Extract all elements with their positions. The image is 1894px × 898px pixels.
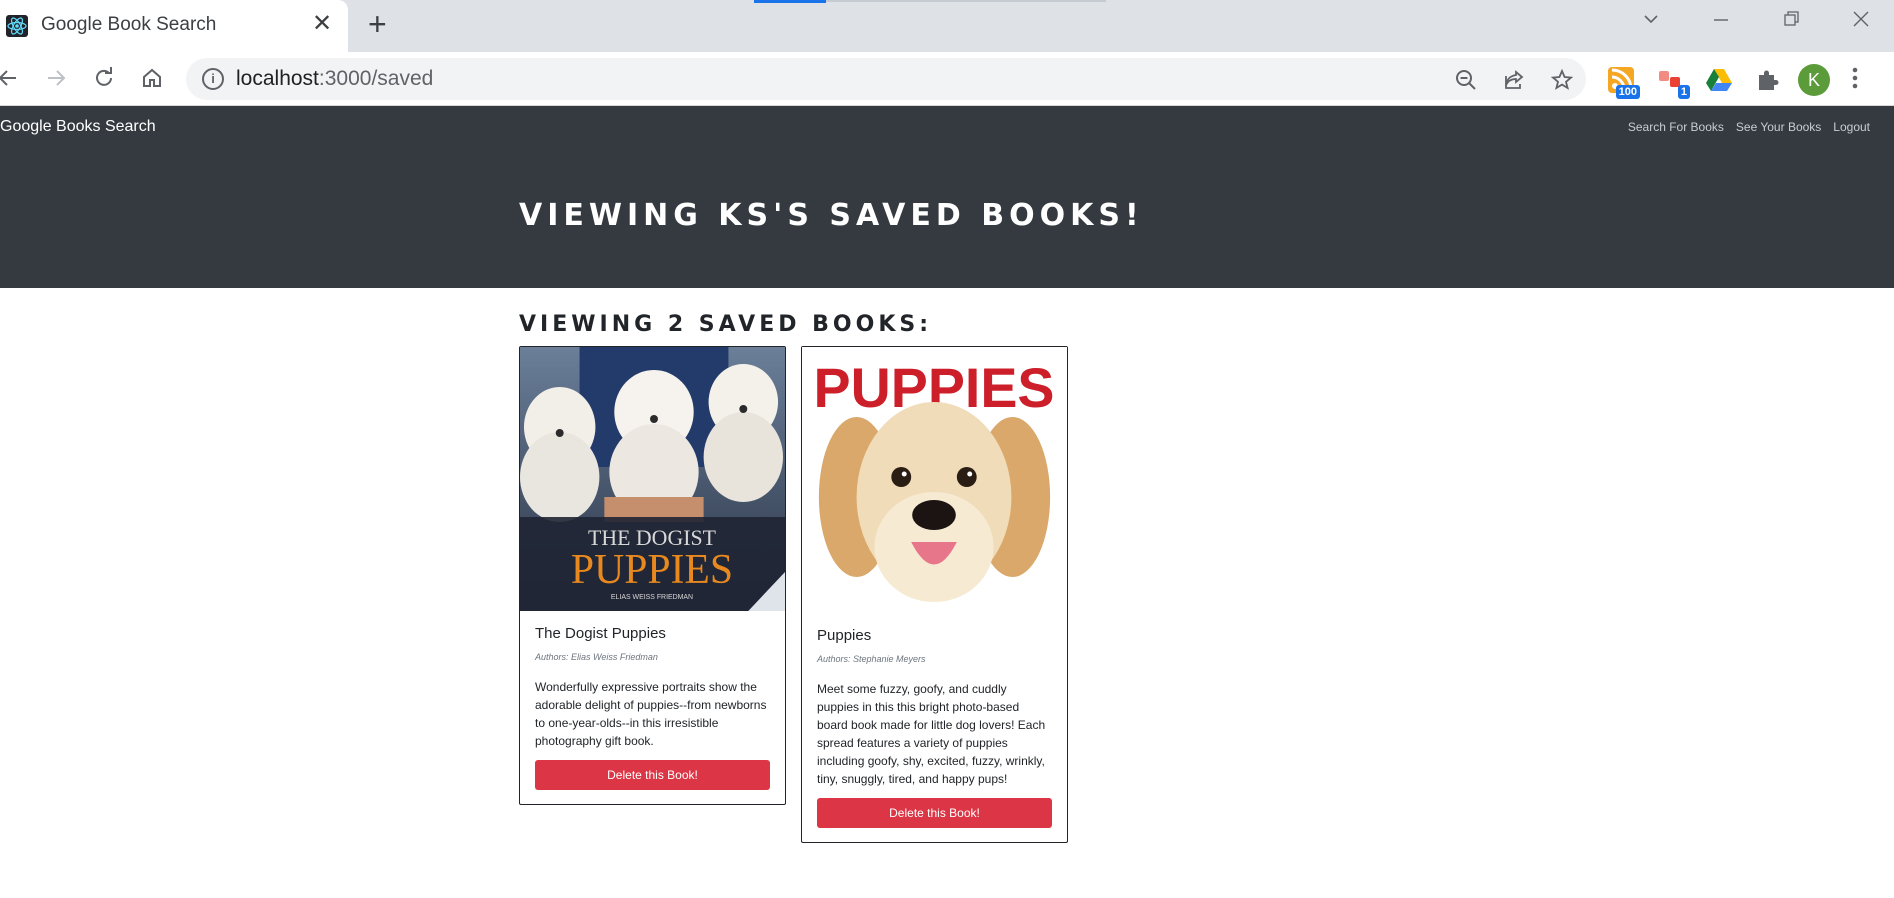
delete-book-button[interactable]: Delete this Book! — [817, 798, 1052, 828]
reload-icon[interactable] — [88, 62, 120, 94]
book-card: PUPPIES Puppies Authors: Stephanie Meyer… — [801, 346, 1068, 843]
extension-badge: 1 — [1677, 85, 1690, 99]
share-icon[interactable] — [1500, 66, 1528, 94]
tab-title: Google Book Search — [41, 14, 217, 35]
book-cover-image: THE DOGIST PUPPIES ELIAS WEISS FRIEDMAN — [520, 347, 785, 611]
extensions-puzzle-icon[interactable] — [1752, 65, 1782, 95]
app-navbar: Google Books Search Search For Books See… — [0, 106, 1894, 288]
puzzle-red-extension-icon[interactable]: 1 — [1656, 65, 1690, 99]
site-info-icon[interactable]: i — [202, 68, 224, 90]
close-window-icon[interactable] — [1852, 10, 1870, 32]
bookmark-star-icon[interactable] — [1548, 66, 1576, 94]
back-arrow-icon[interactable] — [0, 62, 24, 94]
saved-count-heading: VIEWING 2 SAVED BOOKS: — [519, 312, 933, 337]
delete-book-button[interactable]: Delete this Book! — [535, 760, 770, 790]
cover-main-text: PUPPIES — [571, 547, 733, 593]
book-card: THE DOGIST PUPPIES ELIAS WEISS FRIEDMAN … — [519, 346, 786, 805]
browser-tab[interactable]: Google Book Search ✕ — [0, 0, 348, 52]
page-title: VIEWING KS'S SAVED BOOKS! — [519, 198, 1144, 233]
tab-strip-divider — [826, 0, 1106, 2]
extension-badge: 100 — [1615, 85, 1640, 99]
react-icon — [6, 15, 28, 37]
new-tab-button[interactable]: + — [368, 8, 387, 40]
forward-arrow-icon[interactable] — [40, 62, 72, 94]
browser-toolbar: i localhost:3000/saved 100 1 K — [0, 52, 1894, 106]
restore-icon[interactable] — [1782, 10, 1800, 32]
profile-avatar[interactable]: K — [1798, 64, 1830, 96]
address-bar[interactable]: i localhost:3000/saved — [186, 58, 1586, 100]
home-icon[interactable] — [136, 62, 168, 94]
rss-extension-icon[interactable]: 100 — [1606, 65, 1640, 99]
url-text[interactable]: localhost:3000/saved — [236, 67, 433, 91]
nav-link-logout[interactable]: Logout — [1833, 120, 1870, 134]
nav-link-search-books[interactable]: Search For Books — [1628, 120, 1724, 134]
minimize-icon[interactable] — [1712, 10, 1730, 32]
book-authors: Authors: Stephanie Meyers — [817, 654, 926, 664]
google-drive-icon[interactable] — [1704, 65, 1734, 95]
tab-loading-indicator — [754, 0, 826, 3]
card-body: Puppies Authors: Stephanie Meyers Meet s… — [802, 613, 1067, 842]
card-body: The Dogist Puppies Authors: Elias Weiss … — [520, 611, 785, 804]
tab-close-icon[interactable]: ✕ — [312, 12, 332, 36]
book-title: Puppies — [817, 627, 872, 644]
book-cover-image: PUPPIES — [802, 347, 1067, 613]
book-description: Meet some fuzzy, goofy, and cuddly puppi… — [817, 682, 1046, 786]
book-title: The Dogist Puppies — [535, 625, 666, 642]
nav-links: Search For Books See Your Books Logout — [1628, 120, 1870, 134]
tab-search-icon[interactable] — [1642, 10, 1660, 32]
brand-link[interactable]: Google Books Search — [0, 118, 156, 136]
browser-tabstrip: Google Book Search ✕ + — [0, 0, 1894, 52]
browser-menu-icon[interactable] — [1852, 66, 1858, 94]
nav-link-see-books[interactable]: See Your Books — [1736, 120, 1821, 134]
book-description: Wonderfully expressive portraits show th… — [535, 680, 767, 748]
book-authors: Authors: Elias Weiss Friedman — [535, 652, 658, 662]
cover-author-text: ELIAS WEISS FRIEDMAN — [611, 594, 693, 601]
zoom-out-icon[interactable] — [1452, 66, 1480, 94]
